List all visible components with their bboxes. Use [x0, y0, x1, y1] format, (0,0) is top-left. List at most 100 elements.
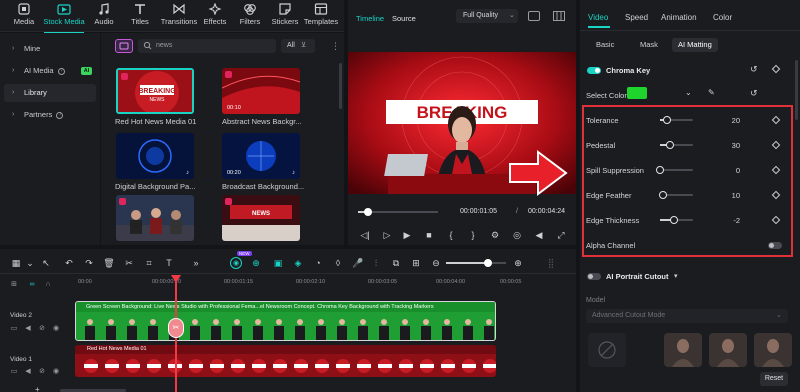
- toolbar-item-filters[interactable]: Filters: [230, 3, 270, 31]
- lock-icon[interactable]: ⊘: [38, 325, 46, 333]
- settings-icon[interactable]: ⚙: [490, 230, 500, 240]
- more-tools-icon[interactable]: »: [190, 257, 202, 269]
- beat-icon[interactable]: ◈: [292, 257, 304, 269]
- chevron-down-icon[interactable]: ⌄: [24, 257, 36, 269]
- spill-suppression-slider[interactable]: [656, 166, 693, 174]
- tab-source[interactable]: Source: [392, 14, 416, 23]
- redo-icon[interactable]: ↷: [83, 257, 95, 269]
- subtab-mask[interactable]: Mask: [634, 38, 664, 52]
- delete-icon[interactable]: 🗑: [103, 257, 115, 269]
- prev-frame-icon[interactable]: ◁|: [360, 230, 370, 240]
- media-thumb-broadcast-background[interactable]: 00:20 ♪: [222, 133, 300, 179]
- cutout-preset-1[interactable]: [664, 333, 702, 367]
- render-icon[interactable]: ⊞: [410, 257, 422, 269]
- volume-icon[interactable]: ◀: [24, 325, 32, 333]
- grid-view-icon[interactable]: ⣿: [545, 257, 557, 269]
- media-thumb-news-studio[interactable]: NEWS: [222, 195, 300, 241]
- sidebar-item-ai-media[interactable]: › AI Media ? AI: [4, 62, 96, 80]
- tab-timeline[interactable]: Timeline: [356, 14, 384, 23]
- cutout-preset-2[interactable]: [709, 333, 747, 367]
- snapshot-icon[interactable]: ⧉: [390, 257, 402, 269]
- pedestal-value[interactable]: 30: [720, 141, 740, 150]
- undo-icon[interactable]: ↶: [63, 257, 75, 269]
- add-track-icon[interactable]: +: [35, 385, 40, 392]
- zoom-out-icon[interactable]: ⊖: [430, 257, 442, 269]
- add-track-icon[interactable]: ⊞: [10, 281, 18, 289]
- timeline-clip-green-screen[interactable]: Green Screen Background: Live News Studi…: [75, 301, 496, 341]
- zoom-slider[interactable]: [446, 259, 506, 267]
- select-tool-icon[interactable]: ↖: [40, 257, 52, 269]
- subtab-ai-matting[interactable]: AI Matting: [672, 38, 718, 52]
- search-input[interactable]: news: [138, 39, 276, 53]
- mark-in-icon[interactable]: {: [446, 230, 456, 240]
- pedestal-slider[interactable]: [660, 141, 693, 149]
- volume-icon[interactable]: ◀: [534, 230, 544, 240]
- play-icon[interactable]: ▶: [402, 230, 412, 240]
- toolbar-item-stickers[interactable]: Stickers: [265, 3, 305, 31]
- cutout-none-option[interactable]: [588, 333, 626, 367]
- tolerance-slider[interactable]: [660, 116, 693, 124]
- edge-feather-value[interactable]: 10: [720, 191, 740, 200]
- scrollbar[interactable]: [339, 63, 342, 109]
- sidebar-item-library[interactable]: › Library: [4, 84, 96, 102]
- mixer-icon[interactable]: ⫶: [370, 257, 382, 269]
- camera-icon[interactable]: ◎: [512, 230, 522, 240]
- chevron-down-icon[interactable]: ⌄: [685, 87, 695, 99]
- folder-icon[interactable]: ▭: [10, 325, 18, 333]
- marker-icon[interactable]: ◊: [332, 257, 344, 269]
- folder-icon[interactable]: ▭: [10, 368, 18, 376]
- filter-dropdown[interactable]: All ⊻: [281, 39, 315, 53]
- preview-scrubber[interactable]: [358, 208, 438, 216]
- toolbar-item-media[interactable]: Media: [4, 3, 44, 31]
- eyedropper-icon[interactable]: ✎: [708, 88, 718, 98]
- toolbar-item-effects[interactable]: Effects: [195, 3, 235, 31]
- lock-icon[interactable]: ⊘: [38, 368, 46, 376]
- chevron-down-icon[interactable]: ▾: [674, 272, 678, 280]
- edge-thickness-value[interactable]: -2: [720, 216, 740, 225]
- sticker-tool-icon[interactable]: ▣: [272, 257, 284, 269]
- split-handle-icon[interactable]: ✂: [168, 318, 184, 338]
- reset-button[interactable]: Reset: [760, 372, 788, 386]
- snapshot-icon[interactable]: [528, 11, 540, 21]
- mic-icon[interactable]: 🎤: [352, 257, 364, 269]
- layout-icon[interactable]: ▦: [10, 257, 22, 269]
- crop-icon[interactable]: ⌗: [143, 257, 155, 269]
- cutout-preset-3[interactable]: [754, 333, 792, 367]
- tab-animation[interactable]: Animation: [661, 13, 697, 22]
- more-icon[interactable]: ⋮: [331, 39, 340, 53]
- ai-portrait-toggle[interactable]: [587, 273, 601, 280]
- motion-track-icon[interactable]: ⊕: [250, 257, 262, 269]
- grid-icon[interactable]: [553, 11, 565, 21]
- reset-icon[interactable]: ↺: [750, 64, 760, 74]
- timeline-clip-red-hot-news[interactable]: Red Hot News Media 01: [75, 345, 496, 377]
- media-thumb-newsroom-people[interactable]: [116, 195, 194, 241]
- toolbar-item-audio[interactable]: Audio: [84, 3, 124, 31]
- eye-icon[interactable]: ◉: [52, 368, 60, 376]
- media-thumb-digital-background[interactable]: ♪: [116, 133, 194, 179]
- magnet-icon[interactable]: ∩: [44, 281, 52, 289]
- speed-icon[interactable]: ◔: [312, 257, 324, 269]
- scrollbar[interactable]: [795, 60, 798, 120]
- chroma-key-toggle[interactable]: [587, 67, 601, 74]
- fullscreen-icon[interactable]: ⤢: [556, 230, 566, 240]
- toolbar-item-stock-media[interactable]: Stock Media: [40, 3, 88, 34]
- toolbar-item-templates[interactable]: Templates: [300, 3, 342, 31]
- video-preview[interactable]: BREAKING: [348, 52, 576, 196]
- tab-color[interactable]: Color: [713, 13, 732, 22]
- sidebar-item-mine[interactable]: › Mine: [4, 40, 96, 58]
- ai-generate-button[interactable]: [115, 39, 133, 53]
- sidebar-item-partners[interactable]: › Partners ?: [4, 106, 96, 124]
- tab-video[interactable]: Video: [588, 13, 608, 22]
- subtab-basic[interactable]: Basic: [590, 38, 620, 52]
- eye-icon[interactable]: ◉: [52, 325, 60, 333]
- toolbar-item-titles[interactable]: Titles: [120, 3, 160, 31]
- ai-tool-icon[interactable]: ◉: [230, 257, 242, 269]
- quality-dropdown[interactable]: Full Quality ⌄: [456, 9, 518, 23]
- stop-icon[interactable]: ■: [424, 230, 434, 240]
- link-icon[interactable]: ∞: [28, 281, 36, 289]
- edge-feather-slider[interactable]: [659, 191, 693, 199]
- media-thumb-abstract-news[interactable]: 00:10: [222, 68, 300, 114]
- edge-thickness-slider[interactable]: [660, 216, 693, 224]
- model-dropdown[interactable]: Advanced Cutout Mode ⌄: [586, 309, 788, 323]
- text-icon[interactable]: T: [163, 257, 175, 269]
